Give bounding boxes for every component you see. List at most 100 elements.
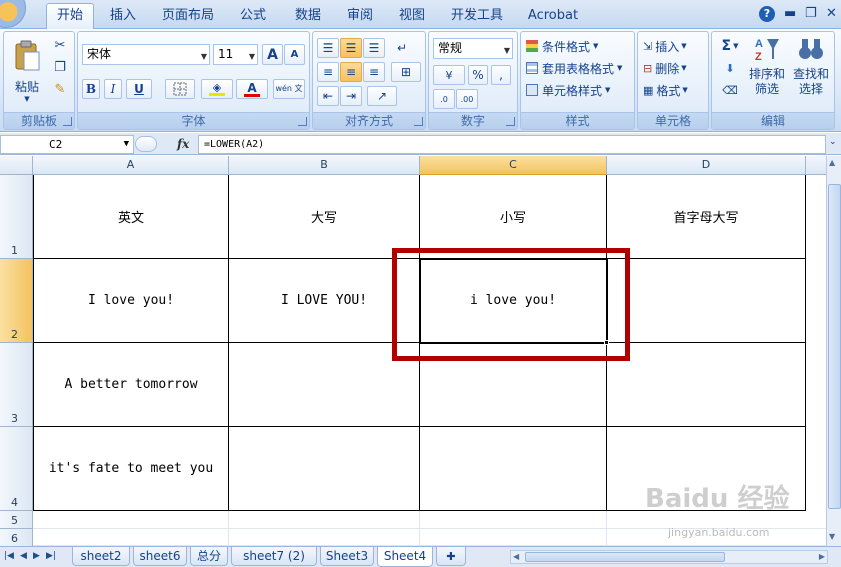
sheet-tab-sheet6[interactable]: sheet6 xyxy=(133,547,187,566)
cell-c4[interactable] xyxy=(420,427,606,510)
column-header-b[interactable]: B xyxy=(229,156,420,175)
cell-a3[interactable]: A better tomorrow xyxy=(34,343,228,426)
sheet-tab-sheet2[interactable]: sheet2 xyxy=(72,547,130,566)
decrease-decimal-button[interactable]: .00 xyxy=(456,89,478,109)
tab-home[interactable]: 开始 xyxy=(46,3,94,30)
next-sheet-icon[interactable]: ▶ xyxy=(33,551,40,561)
sheet-tab-sheet3[interactable]: Sheet3 xyxy=(320,547,374,566)
expand-formula-bar-icon[interactable]: ⌄ xyxy=(829,137,837,147)
wrap-text-button[interactable]: ↵ xyxy=(391,38,413,58)
delete-cells-button[interactable]: ⊟ 删除 ▼ xyxy=(642,58,706,78)
underline-button[interactable]: U xyxy=(126,79,152,99)
percent-button[interactable]: % xyxy=(468,65,488,85)
cell-b2[interactable]: I LOVE YOU! xyxy=(229,259,419,342)
alignment-launcher-icon[interactable] xyxy=(414,117,423,126)
prev-sheet-icon[interactable]: ◀ xyxy=(20,551,27,561)
scroll-right-icon[interactable]: ▶ xyxy=(819,552,825,561)
phonetic-button[interactable]: wén 文 xyxy=(273,79,305,99)
scroll-down-icon[interactable]: ▼ xyxy=(829,532,835,541)
tab-acrobat[interactable]: Acrobat xyxy=(524,6,582,28)
last-sheet-icon[interactable]: ▶| xyxy=(46,551,56,561)
first-sheet-icon[interactable]: |◀ xyxy=(4,551,14,561)
row-header-6[interactable]: 6 xyxy=(0,529,33,546)
scroll-left-icon[interactable]: ◀ xyxy=(513,552,519,561)
font-size-combo[interactable]: 11 ▼ xyxy=(213,44,258,65)
decrease-indent-button[interactable]: ⇤ xyxy=(317,86,339,106)
format-as-table-button[interactable]: 套用表格格式 ▼ xyxy=(525,58,631,78)
select-all-button[interactable] xyxy=(0,156,33,175)
restore-icon[interactable]: ❐ xyxy=(805,6,817,21)
tab-data[interactable]: 数据 xyxy=(286,6,330,28)
column-header-c[interactable]: C xyxy=(420,156,607,175)
column-header-d[interactable]: D xyxy=(607,156,806,175)
fill-button[interactable]: ⬇ xyxy=(716,58,744,78)
tab-developer[interactable]: 开发工具 xyxy=(445,6,509,28)
insert-function-icon[interactable]: fx xyxy=(177,137,189,151)
currency-button[interactable]: ¥ xyxy=(433,65,465,85)
cell-b4[interactable] xyxy=(229,427,419,510)
insert-cells-button[interactable]: ⇲ 插入 ▼ xyxy=(642,36,706,56)
tab-page-layout[interactable]: 页面布局 xyxy=(156,6,220,28)
conditional-format-button[interactable]: 条件格式 ▼ xyxy=(525,36,631,56)
tab-review[interactable]: 审阅 xyxy=(338,6,382,28)
formula-bar-resize-icon[interactable] xyxy=(135,136,157,152)
tab-view[interactable]: 视图 xyxy=(390,6,434,28)
row-header-1[interactable]: 1 xyxy=(0,175,33,259)
copy-button[interactable]: ❐ xyxy=(51,58,69,76)
help-icon[interactable]: ? xyxy=(759,6,775,22)
increase-indent-button[interactable]: ⇥ xyxy=(340,86,362,106)
cell-d3[interactable] xyxy=(607,343,805,426)
increase-decimal-button[interactable]: .0 xyxy=(433,89,455,109)
paste-button[interactable]: 粘贴 ▼ xyxy=(8,34,46,108)
sort-filter-button[interactable]: A Z 排序和 筛选 xyxy=(747,34,787,108)
clear-button[interactable]: ⌫ xyxy=(716,80,744,100)
fill-color-button[interactable]: ◈ xyxy=(201,79,233,99)
vertical-scroll-thumb[interactable] xyxy=(828,184,841,509)
merge-center-button[interactable]: ⊞ xyxy=(391,62,421,82)
autosum-button[interactable]: Σ ▼ xyxy=(716,36,744,56)
row-header-5[interactable]: 5 xyxy=(0,511,33,529)
font-launcher-icon[interactable] xyxy=(298,117,307,126)
number-launcher-icon[interactable] xyxy=(506,117,515,126)
number-format-combo[interactable]: 常规 ▼ xyxy=(433,38,513,59)
cell-a1[interactable]: 英文 xyxy=(34,175,228,258)
vertical-scrollbar[interactable]: ▲ ▼ xyxy=(826,156,841,546)
orientation-button[interactable]: ↗ xyxy=(367,86,397,106)
cell-b1[interactable]: 大写 xyxy=(229,175,419,258)
office-button[interactable] xyxy=(0,0,26,28)
clipboard-launcher-icon[interactable] xyxy=(63,117,72,126)
horizontal-scrollbar[interactable]: ◀ ▶ xyxy=(510,550,828,564)
row-header-3[interactable]: 3 xyxy=(0,343,33,427)
cell-a2[interactable]: I love you! xyxy=(34,259,228,342)
format-painter-button[interactable]: ✎ xyxy=(51,80,69,98)
align-middle-button[interactable]: ☰ xyxy=(340,38,362,58)
align-center-button[interactable]: ≡ xyxy=(340,62,362,82)
align-right-button[interactable]: ≡ xyxy=(363,62,385,82)
comma-button[interactable]: , xyxy=(491,65,511,85)
tab-insert[interactable]: 插入 xyxy=(101,6,145,28)
align-left-button[interactable]: ≡ xyxy=(317,62,339,82)
scroll-up-icon[interactable]: ▲ xyxy=(829,158,835,167)
sheet-tab-total[interactable]: 总分 xyxy=(190,547,228,566)
cell-d2[interactable] xyxy=(607,259,805,342)
shrink-font-button[interactable]: A xyxy=(284,44,305,65)
column-header-a[interactable]: A xyxy=(33,156,229,175)
cell-c1[interactable]: 小写 xyxy=(420,175,606,258)
close-icon[interactable]: ✕ xyxy=(826,6,837,21)
row-header-4[interactable]: 4 xyxy=(0,427,33,511)
column-header-e[interactable] xyxy=(806,156,826,175)
sheet-tab-sheet7-2[interactable]: sheet7 (2) xyxy=(231,547,317,566)
font-color-button[interactable]: A xyxy=(236,79,268,99)
tab-formulas[interactable]: 公式 xyxy=(231,6,275,28)
name-box[interactable]: C2 ▼ xyxy=(0,135,134,154)
minimize-icon[interactable]: ▬ xyxy=(784,6,796,21)
bold-button[interactable]: B xyxy=(82,79,100,99)
cell-a4[interactable]: it's fate to meet you xyxy=(34,427,228,510)
grow-font-button[interactable]: A xyxy=(262,44,283,65)
cell-b3[interactable] xyxy=(229,343,419,426)
format-cells-button[interactable]: ▦ 格式 ▼ xyxy=(642,80,706,100)
font-name-combo[interactable]: 宋体 ▼ xyxy=(82,44,210,65)
italic-button[interactable]: I xyxy=(104,79,122,99)
cell-d1[interactable]: 首字母大写 xyxy=(607,175,805,258)
cut-button[interactable]: ✂ xyxy=(51,36,69,54)
